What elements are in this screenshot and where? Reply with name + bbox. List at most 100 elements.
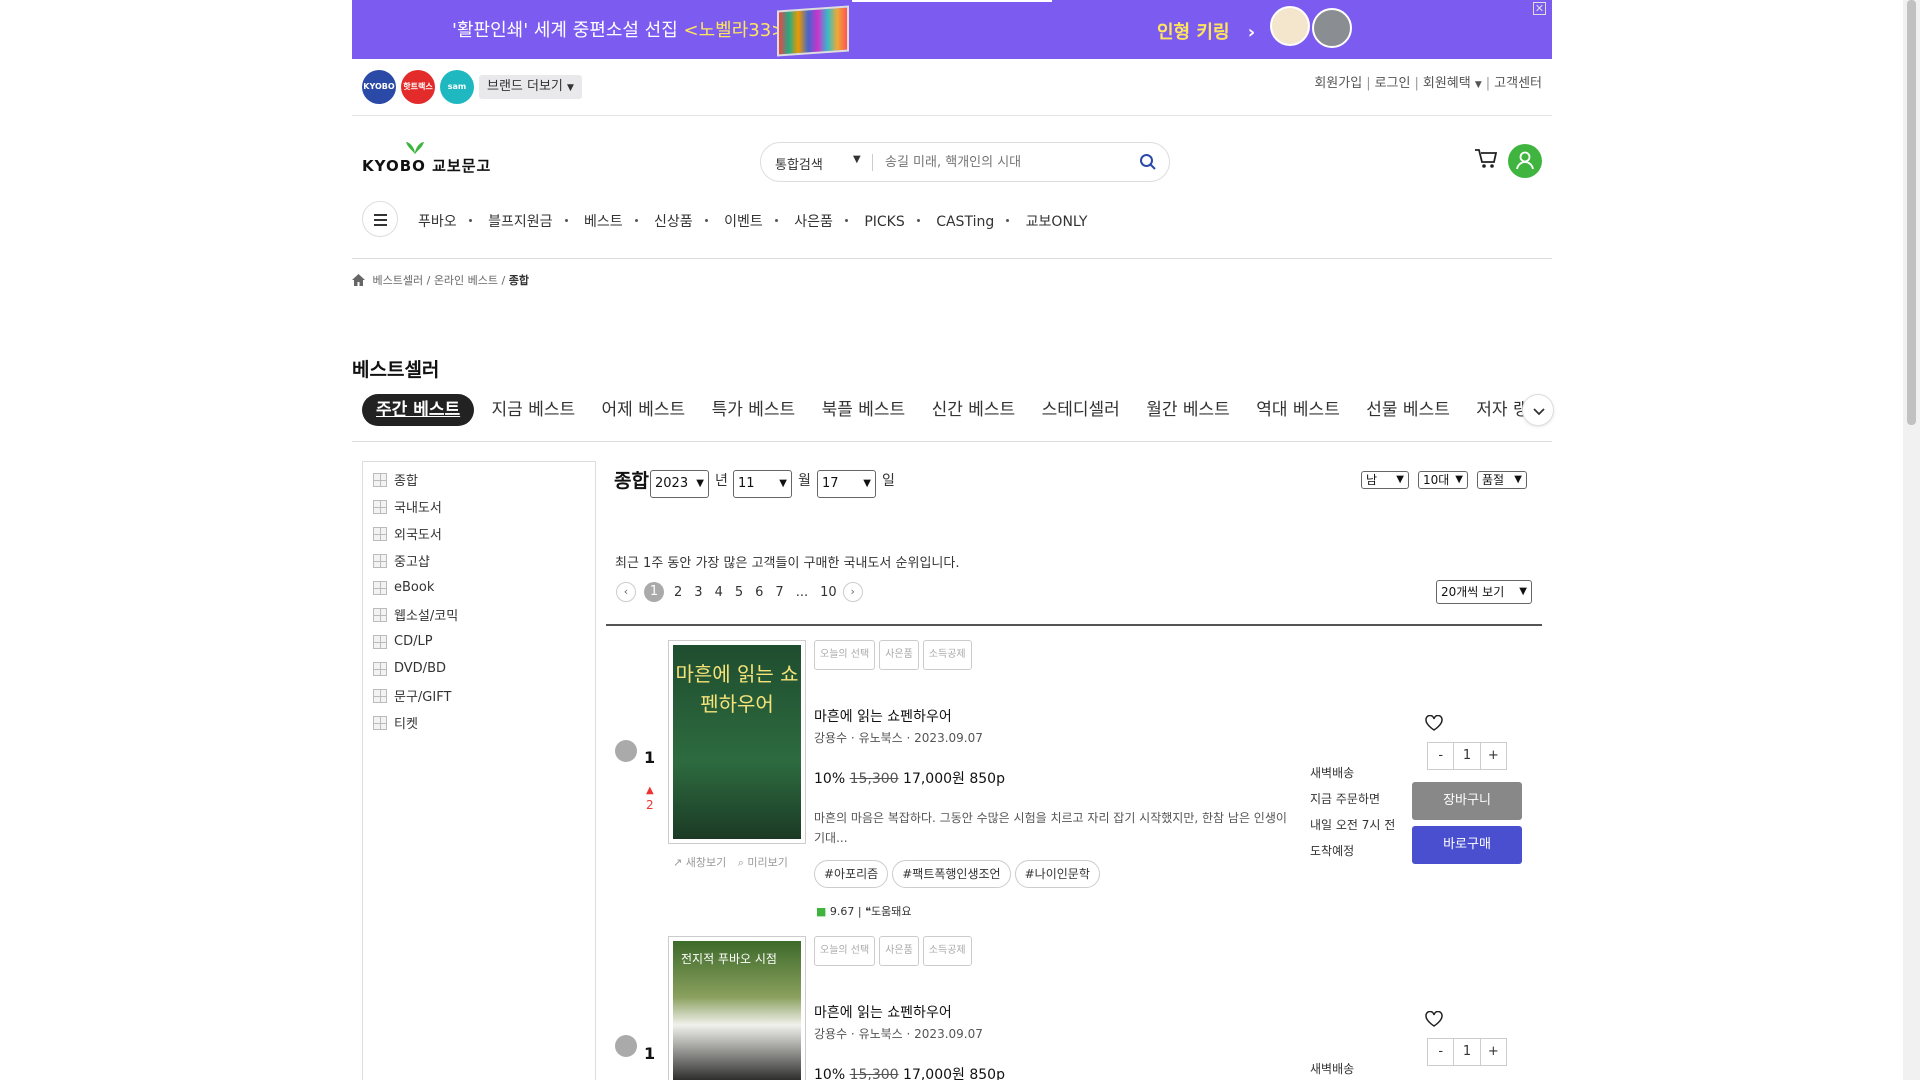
login-link[interactable]: 로그인 xyxy=(1375,76,1411,91)
rank-change: ▲ 2 xyxy=(646,785,654,812)
sidebar-item-dvdbd[interactable]: DVD/BD xyxy=(373,655,585,682)
tab-steady[interactable]: 스테디셀러 xyxy=(1042,394,1120,426)
sidebar-item-ticket[interactable]: 티켓 xyxy=(373,709,585,736)
sidebar-item-webnovel[interactable]: 웹소설/코믹 xyxy=(373,601,585,628)
brand-kyobo-icon[interactable]: KYOBO xyxy=(362,70,396,104)
category-sidebar: 종합 국내도서 외국도서 중고샵 eBook 웹소설/코믹 CD/LP DVD/… xyxy=(362,461,596,1080)
prev-page-button[interactable]: ‹ xyxy=(616,582,636,602)
nav-item-gift[interactable]: 사은품 xyxy=(794,214,833,230)
user-avatar-button[interactable] xyxy=(1508,144,1542,178)
gender-select[interactable]: 남 ▼ xyxy=(1361,471,1409,489)
page-3[interactable]: 3 xyxy=(694,585,702,600)
page-6[interactable]: 6 xyxy=(755,585,763,600)
nav-item-casting[interactable]: CASTing xyxy=(936,214,994,230)
nav-item-best[interactable]: 베스트 xyxy=(584,214,623,230)
tab-yesterday[interactable]: 어제 베스트 xyxy=(602,394,686,426)
hashtag[interactable]: #나이인문학 xyxy=(1014,860,1100,888)
preview-link[interactable]: 미리보기 xyxy=(747,856,787,869)
cart-icon[interactable] xyxy=(1474,148,1498,170)
quantity-value[interactable]: 1 xyxy=(1454,743,1481,769)
sidebar-item-all[interactable]: 종합 xyxy=(373,466,585,493)
nav-item-event[interactable]: 이벤트 xyxy=(724,214,763,230)
tab-gift[interactable]: 선물 베스트 xyxy=(1366,394,1450,426)
increase-button[interactable]: + xyxy=(1481,743,1506,769)
close-icon[interactable]: ✕ xyxy=(1533,2,1546,15)
breadcrumb-bestseller[interactable]: 베스트셀러 xyxy=(373,274,424,287)
banner-left-text[interactable]: '활판인쇄' 세계 중편소설 선집 <노벨라33> › xyxy=(452,16,799,42)
hashtag[interactable]: #아포리즘 xyxy=(814,860,889,888)
buy-now-button[interactable]: 바로구매 xyxy=(1412,826,1522,864)
banner-right-text[interactable]: 인형 키링 › xyxy=(1157,18,1255,44)
sidebar-item-used[interactable]: 중고샵 xyxy=(373,547,585,574)
tab-monthly[interactable]: 월간 베스트 xyxy=(1146,394,1230,426)
increase-button[interactable]: + xyxy=(1481,1039,1506,1065)
tab-now[interactable]: 지금 베스트 xyxy=(492,394,576,426)
search-icon[interactable] xyxy=(1139,153,1157,171)
hashtag[interactable]: #팩트폭행인생조언 xyxy=(892,860,1011,888)
sort-select[interactable]: 품절 ▼ xyxy=(1477,471,1527,489)
nav-item-kyobo-only[interactable]: 교보ONLY xyxy=(1026,214,1088,230)
book-title[interactable]: 마흔에 읽는 쇼펜하우어 xyxy=(814,706,952,726)
year-select[interactable]: 2023 ▼ xyxy=(650,470,709,498)
sale-price: 17,000원 xyxy=(903,771,965,787)
book-cover[interactable]: 마흔에 읽는 쇼펜하우어 xyxy=(668,640,806,844)
logo-text: KYOBO 교보문고 xyxy=(362,157,492,175)
search-category-select[interactable]: 통합검색 xyxy=(775,154,823,173)
sidebar-item-foreign[interactable]: 외국도서 xyxy=(373,520,585,547)
decrease-button[interactable]: - xyxy=(1428,743,1455,769)
main-nav: 푸바오 블프지원금 베스트 신상품 이벤트 사은품 PICKS CASTing … xyxy=(418,211,1087,231)
brand-sam-icon[interactable]: sam xyxy=(440,70,474,104)
new-window-link[interactable]: 새창보기 xyxy=(686,856,726,869)
signup-link[interactable]: 회원가입 xyxy=(1314,76,1362,91)
tabs-more-button[interactable] xyxy=(1522,394,1554,426)
page-5[interactable]: 5 xyxy=(735,585,743,600)
tab-bookple[interactable]: 북플 베스트 xyxy=(822,394,906,426)
tab-alltime[interactable]: 역대 베스트 xyxy=(1256,394,1340,426)
tab-special[interactable]: 특가 베스트 xyxy=(712,394,796,426)
nav-item-blackfriday[interactable]: 블프지원금 xyxy=(488,214,552,230)
decrease-button[interactable]: - xyxy=(1428,1039,1455,1065)
nav-item-fubao[interactable]: 푸바오 xyxy=(418,214,457,230)
brand-hottracks-icon[interactable]: 핫트랙스 xyxy=(401,70,435,104)
page-4[interactable]: 4 xyxy=(715,585,723,600)
nav-item-new[interactable]: 신상품 xyxy=(654,214,693,230)
add-to-cart-button[interactable]: 장바구니 xyxy=(1412,782,1522,820)
preview-links: ↗ 새창보기 ⌕ 미리보기 xyxy=(673,854,813,870)
promo-banner[interactable]: '활판인쇄' 세계 중편소설 선집 <노벨라33> › 인형 키링 › ✕ xyxy=(352,0,1552,59)
breadcrumb-online[interactable]: 온라인 베스트 xyxy=(434,274,498,287)
support-link[interactable]: 고객센터 xyxy=(1494,76,1542,91)
tab-weekly[interactable]: 주간 베스트 xyxy=(362,394,475,426)
sidebar-item-cdlp[interactable]: CD/LP xyxy=(373,628,585,655)
menu-button[interactable] xyxy=(362,201,398,237)
logo[interactable]: KYOBO 교보문고 xyxy=(362,140,490,178)
nav-item-picks[interactable]: PICKS xyxy=(864,214,904,230)
clover-icon: ■ xyxy=(816,905,827,918)
heart-icon[interactable] xyxy=(1425,1011,1443,1027)
age-select[interactable]: 10대 ▼ xyxy=(1418,471,1468,489)
sidebar-item-domestic[interactable]: 국내도서 xyxy=(373,493,585,520)
next-page-button[interactable]: › xyxy=(842,582,863,602)
scrollbar[interactable] xyxy=(1903,0,1920,1080)
benefits-link[interactable]: 회원혜택 xyxy=(1423,76,1471,91)
quantity-value[interactable]: 1 xyxy=(1454,1039,1481,1065)
heart-icon[interactable] xyxy=(1425,715,1443,731)
book-title[interactable]: 마흔에 읽는 쇼펜하우어 xyxy=(814,1002,952,1022)
page-2[interactable]: 2 xyxy=(674,585,682,600)
home-icon[interactable] xyxy=(352,274,365,286)
compare-checkbox[interactable] xyxy=(615,740,637,762)
search-input[interactable] xyxy=(885,151,1125,173)
page-1[interactable]: 1 xyxy=(644,582,664,602)
brand-more-button[interactable]: 브랜드 더보기 ▼ xyxy=(479,75,582,99)
scrollbar-thumb[interactable] xyxy=(1907,0,1916,425)
book-cover[interactable]: 전지적 푸바오 시점 xyxy=(668,936,806,1080)
page-10[interactable]: 10 xyxy=(820,585,837,600)
sidebar-item-ebook[interactable]: eBook xyxy=(373,574,585,601)
day-select[interactable]: 17 ▼ xyxy=(817,470,876,498)
sidebar-item-stationery[interactable]: 문구/GIFT xyxy=(373,682,585,709)
page-7[interactable]: 7 xyxy=(775,585,783,600)
brand-more-label: 브랜드 더보기 xyxy=(487,79,563,94)
compare-checkbox[interactable] xyxy=(615,1035,637,1057)
tab-new[interactable]: 신간 베스트 xyxy=(932,394,1016,426)
month-select[interactable]: 11 ▼ xyxy=(733,470,792,498)
per-page-select[interactable]: 20개씩 보기 ▼ xyxy=(1436,580,1532,604)
